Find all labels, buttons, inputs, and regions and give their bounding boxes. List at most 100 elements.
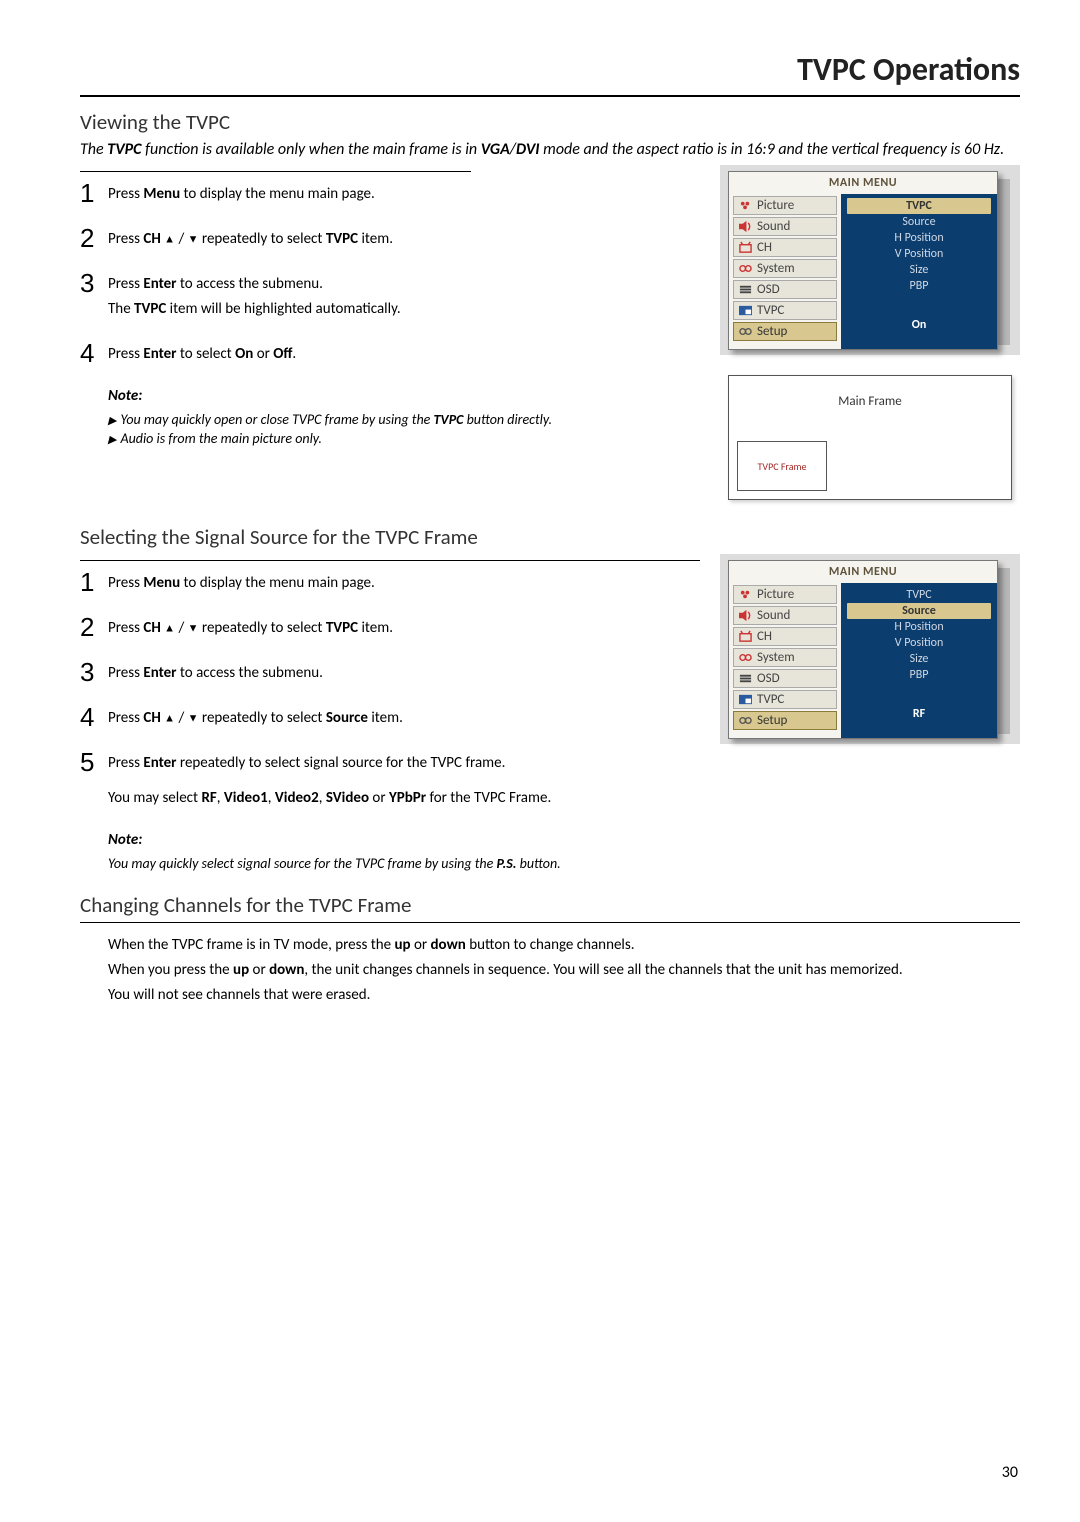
osd-right-value: RF — [847, 707, 991, 721]
osd-right-item: V Position — [847, 246, 991, 262]
step-number: 4 — [80, 340, 108, 366]
up-arrow-icon: ▲ — [164, 233, 175, 246]
section-title: Changing Channels for the TVPC Frame — [80, 892, 1020, 918]
osd-right-item: H Position — [847, 230, 991, 246]
tvpc-icon — [738, 304, 753, 317]
osd-right-item: TVPC — [847, 587, 991, 603]
note-line: ▶Audio is from the main picture only. — [108, 430, 700, 447]
page-title: TVPC Operations — [80, 50, 1020, 89]
step-2: 2 Press CH ▲ / ▼ repeatedly to select TV… — [80, 616, 700, 643]
step-number: 2 — [80, 225, 108, 251]
step-number: 3 — [80, 659, 108, 685]
down-arrow-icon: ▼ — [188, 233, 199, 246]
osd-item-sound: Sound — [733, 217, 837, 236]
note-line: You may quickly select signal source for… — [108, 855, 1020, 872]
osd-item-picture: Picture — [733, 196, 837, 215]
osd-item-ch: CH — [733, 238, 837, 257]
section-title: Viewing the TVPC — [80, 109, 1020, 135]
note-block: Note: ▶You may quickly open or close TVP… — [108, 387, 700, 447]
osd-item-setup: Setup — [733, 322, 837, 341]
section-title: Selecting the Signal Source for the TVPC… — [80, 524, 1020, 550]
up-arrow-icon: ▲ — [164, 622, 175, 635]
osd-title: MAIN MENU — [729, 172, 997, 194]
setup-icon — [738, 714, 753, 727]
ch-icon — [738, 630, 753, 643]
osd-right-item: Source — [847, 603, 991, 619]
osd-item-picture: Picture — [733, 585, 837, 604]
osd-right-item: H Position — [847, 619, 991, 635]
osd-right-item: PBP — [847, 278, 991, 294]
sound-icon — [738, 220, 753, 233]
step-number: 5 — [80, 749, 108, 775]
note-block: Note: You may quickly select signal sour… — [108, 831, 1020, 872]
down-arrow-icon: ▼ — [188, 622, 199, 635]
osd-right-item: PBP — [847, 667, 991, 683]
divider — [80, 171, 471, 172]
step-3: 3 Press Enter to access the submenu. The… — [80, 272, 700, 324]
osd-item-tvpc: TVPC — [733, 301, 837, 320]
osd-right-item: Size — [847, 262, 991, 278]
caret-icon: ▶ — [108, 433, 116, 446]
ch-icon — [738, 241, 753, 254]
osd-right-panel: TVPC Source H Position V Position Size P… — [841, 583, 997, 738]
step-number: 3 — [80, 270, 108, 296]
step-number: 1 — [80, 569, 108, 595]
step-4: 4 Press Enter to select On or Off. — [80, 342, 700, 369]
step-number: 2 — [80, 614, 108, 640]
step-number: 1 — [80, 180, 108, 206]
osd-right-item: TVPC — [847, 198, 991, 214]
page-number: 30 — [1002, 1463, 1018, 1482]
osd-icon — [738, 283, 753, 296]
osd-screenshot-1: MAIN MENU Picture Sound CH System OSD TV… — [720, 165, 1020, 355]
step-4: 4 Press CH ▲ / ▼ repeatedly to select So… — [80, 706, 700, 733]
step-3: 3 Press Enter to access the submenu. — [80, 661, 700, 688]
note-title: Note: — [108, 387, 700, 405]
section-viewing-tvpc: Viewing the TVPC The TVPC function is av… — [80, 109, 1020, 524]
osd-right-panel: TVPC Source H Position V Position Size P… — [841, 194, 997, 349]
note-line: ▶You may quickly open or close TVPC fram… — [108, 411, 700, 428]
step-1: 1 Press Menu to display the menu main pa… — [80, 571, 700, 598]
osd-left-list: Picture Sound CH System OSD TVPC Setup — [729, 194, 841, 349]
osd-right-item: V Position — [847, 635, 991, 651]
tvpc-icon — [738, 693, 753, 706]
step-1: 1 Press Menu to display the menu main pa… — [80, 182, 700, 209]
step-5b-text: You may select RF, Video1, Video2, SVide… — [108, 786, 1020, 809]
page-header: TVPC Operations — [80, 50, 1020, 97]
osd-screenshot-2: MAIN MENU Picture Sound CH System OSD TV… — [720, 554, 1020, 744]
main-frame-label: Main Frame — [737, 394, 1003, 409]
system-icon — [738, 651, 753, 664]
osd-item-osd: OSD — [733, 669, 837, 688]
paragraph: You will not see channels that were eras… — [108, 985, 1020, 1006]
divider — [80, 560, 700, 561]
section-intro: The TVPC function is available only when… — [80, 139, 1020, 161]
osd-item-setup: Setup — [733, 711, 837, 730]
divider — [80, 922, 1020, 923]
osd-right-item: Size — [847, 651, 991, 667]
osd-left-list: Picture Sound CH System OSD TVPC Setup — [729, 583, 841, 738]
caret-icon: ▶ — [108, 414, 116, 427]
osd-item-system: System — [733, 648, 837, 667]
step-2: 2 Press CH ▲ / ▼ repeatedly to select TV… — [80, 227, 700, 254]
step-5: 5 Press Enter repeatedly to select signa… — [80, 751, 700, 778]
picture-icon — [738, 588, 753, 601]
tvpc-frame-box: TVPC Frame — [737, 441, 827, 491]
sound-icon — [738, 609, 753, 622]
osd-right-value: On — [847, 318, 991, 332]
note-title: Note: — [108, 831, 1020, 849]
up-arrow-icon: ▲ — [164, 712, 175, 725]
setup-icon — [738, 325, 753, 338]
section-selecting-source: Selecting the Signal Source for the TVPC… — [80, 524, 1020, 872]
osd-icon — [738, 672, 753, 685]
system-icon — [738, 262, 753, 275]
osd-item-sound: Sound — [733, 606, 837, 625]
frame-diagram: Main Frame TVPC Frame — [728, 375, 1012, 500]
osd-item-ch: CH — [733, 627, 837, 646]
osd-title: MAIN MENU — [729, 561, 997, 583]
section-changing-channels: Changing Channels for the TVPC Frame Whe… — [80, 892, 1020, 1006]
osd-item-osd: OSD — [733, 280, 837, 299]
step-number: 4 — [80, 704, 108, 730]
osd-right-item: Source — [847, 214, 991, 230]
osd-item-system: System — [733, 259, 837, 278]
down-arrow-icon: ▼ — [188, 712, 199, 725]
osd-item-tvpc: TVPC — [733, 690, 837, 709]
